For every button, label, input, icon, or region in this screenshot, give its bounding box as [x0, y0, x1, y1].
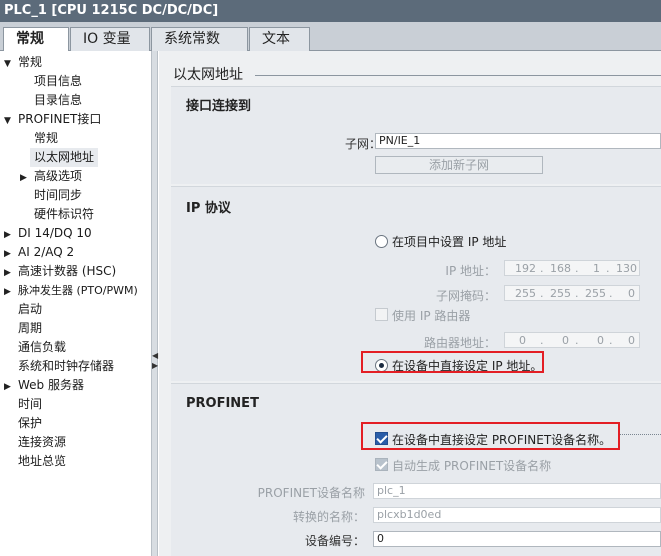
sidebar-item-protection[interactable]: 保护 — [18, 414, 42, 433]
router-octet: 0 — [597, 334, 604, 347]
window-title: PLC_1 [CPU 1215C DC/DC/DC] — [0, 0, 661, 22]
page-title: 以太网地址 — [173, 67, 243, 83]
mask-octet: 255 — [550, 287, 571, 300]
ip-octet: 1 — [593, 262, 600, 275]
router-address-field[interactable]: 0 . 0 . 0 . 0 — [504, 332, 640, 348]
sidebar-item-hsc[interactable]: ▶ 高速计数器 (HSC) — [4, 262, 116, 281]
ip-address-field[interactable]: 192 . 168 . 1 . 130 — [504, 260, 640, 276]
profinet-section: PROFINET 在设备中直接设定 PROFINET设备名称。 自动生成 PRO… — [171, 383, 661, 556]
profinet-section-title: PROFINET — [186, 396, 259, 411]
sidebar-item-profinet-interface[interactable]: ▼ PROFINET接口 — [4, 110, 101, 129]
sidebar-item-label: 常规 — [18, 55, 43, 69]
converted-name-label: 转换的名称： — [292, 510, 365, 524]
router-octet: 0 — [562, 334, 569, 347]
sidebar-item-comm-load[interactable]: 通信负载 — [18, 338, 66, 357]
ip-octet: 130 — [616, 262, 637, 275]
sidebar-item-label: DI 14/DQ 10 — [18, 226, 92, 240]
octet-separator: . — [540, 262, 544, 275]
router-octet: 0 — [519, 334, 526, 347]
octet-separator: . — [540, 334, 544, 347]
device-name-field[interactable]: plc_1 — [373, 483, 661, 499]
highlight-box — [361, 351, 544, 373]
interface-section: 接口连接到 子网： PN/IE_1 添加新子网 — [171, 86, 661, 184]
set-ip-in-project-radio[interactable] — [375, 235, 388, 248]
collapsed-arrow-icon[interactable]: ▶ — [20, 169, 34, 188]
sidebar-item-address-overview[interactable]: 地址总览 — [18, 452, 66, 471]
ip-address-label: IP 地址： — [445, 264, 496, 278]
heading-divider — [255, 75, 661, 76]
mask-octet: 255 — [515, 287, 536, 300]
octet-separator: . — [606, 262, 610, 275]
sidebar-item-label: PROFINET接口 — [18, 112, 102, 126]
sidebar-item-connection-resources[interactable]: 连接资源 — [18, 433, 66, 452]
sidebar-item-label: 脉冲发生器 (PTO/PWM) — [18, 284, 138, 297]
device-number-label: 设备编号： — [304, 534, 365, 548]
subnet-mask-field[interactable]: 255 . 255 . 255 . 0 — [504, 285, 640, 301]
use-router-checkbox[interactable] — [375, 308, 388, 321]
router-octet: 0 — [628, 334, 635, 347]
sidebar-item-hardware-id[interactable]: 硬件标识符 — [34, 205, 94, 224]
collapsed-arrow-icon[interactable]: ▶ — [4, 283, 18, 302]
device-number-field[interactable]: 0 — [373, 531, 661, 547]
set-ip-in-project-label: 在项目中设置 IP 地址 — [392, 235, 507, 249]
properties-content: 以太网地址 接口连接到 子网： PN/IE_1 添加新子网 IP 协议 在项目中… — [159, 51, 661, 556]
tab-system-constants[interactable]: 系统常数 — [151, 27, 248, 51]
tab-bar: 常规 IO 变量 系统常数 文本 — [0, 22, 661, 52]
octet-separator: . — [609, 287, 613, 300]
ip-protocol-section: IP 协议 在项目中设置 IP 地址 IP 地址： 192 . 168 . 1 … — [171, 186, 661, 381]
ip-octet: 192 — [515, 262, 536, 275]
converted-name-field[interactable]: plcxb1d0ed — [373, 507, 661, 523]
ip-section-title: IP 协议 — [186, 201, 231, 216]
sidebar-item-pulse-generator[interactable]: ▶ 脉冲发生器 (PTO/PWM) — [4, 281, 138, 300]
router-address-label: 路由器地址： — [423, 336, 496, 350]
subnet-mask-label: 子网掩码： — [435, 289, 496, 303]
collapsed-arrow-icon[interactable]: ▶ — [4, 378, 18, 397]
sidebar-item-di-dq[interactable]: ▶ DI 14/DQ 10 — [4, 224, 92, 243]
highlight-box — [361, 422, 620, 450]
device-name-label: PROFINET设备名称 — [257, 486, 365, 500]
tab-general[interactable]: 常规 — [3, 27, 69, 52]
auto-generate-name-label: 自动生成 PROFINET设备名称 — [392, 459, 552, 473]
sidebar-nav: ▼ 常规 项目信息 目录信息 ▼ PROFINET接口 常规 以太网地址 ▶ 高级选项… — [0, 51, 152, 556]
octet-separator: . — [575, 262, 579, 275]
auto-generate-name-checkbox[interactable] — [375, 458, 388, 471]
sidebar-item-profinet-general[interactable]: 常规 — [34, 129, 58, 148]
sidebar-item-ethernet-address[interactable]: 以太网地址 — [30, 148, 99, 167]
tab-io-tags[interactable]: IO 变量 — [70, 27, 150, 51]
pane-splitter[interactable]: ◀ ▶ — [152, 51, 158, 556]
sidebar-item-startup[interactable]: 启动 — [18, 300, 42, 319]
sidebar-item-web-server[interactable]: ▶ Web 服务器 — [4, 376, 84, 395]
octet-separator: . — [575, 334, 579, 347]
add-subnet-button[interactable]: 添加新子网 — [375, 156, 543, 174]
sidebar-item-project-info[interactable]: 项目信息 — [34, 72, 82, 91]
mask-octet: 255 — [585, 287, 606, 300]
sidebar-item-general[interactable]: ▼ 常规 — [4, 53, 42, 72]
expanded-arrow-icon[interactable]: ▼ — [4, 112, 18, 131]
sidebar-item-catalog-info[interactable]: 目录信息 — [34, 91, 82, 110]
focus-indicator — [620, 434, 661, 435]
sidebar-item-system-clock-memory[interactable]: 系统和时钟存储器 — [18, 357, 114, 376]
sidebar-item-cycle[interactable]: 周期 — [18, 319, 42, 338]
ip-octet: 168 — [550, 262, 571, 275]
octet-separator: . — [575, 287, 579, 300]
sidebar-item-label: 高级选项 — [34, 169, 83, 183]
tab-texts[interactable]: 文本 — [249, 27, 310, 51]
sidebar-item-advanced-options[interactable]: ▶ 高级选项 — [20, 167, 82, 186]
sidebar-item-time-sync[interactable]: 时间同步 — [34, 186, 82, 205]
expanded-arrow-icon[interactable]: ▼ — [4, 55, 18, 74]
sidebar-item-ai-aq[interactable]: ▶ AI 2/AQ 2 — [4, 243, 74, 262]
splitter-arrows-icon[interactable]: ◀ ▶ — [152, 351, 158, 371]
sidebar-item-time[interactable]: 时间 — [18, 395, 42, 414]
sidebar-item-label: Web 服务器 — [18, 378, 84, 392]
octet-separator: . — [609, 334, 613, 347]
use-router-label: 使用 IP 路由器 — [392, 309, 471, 323]
mask-octet: 0 — [628, 287, 635, 300]
subnet-field[interactable]: PN/IE_1 — [375, 133, 661, 149]
sidebar-item-label: 高速计数器 (HSC) — [18, 264, 117, 278]
sidebar-item-label: AI 2/AQ 2 — [18, 245, 75, 259]
interface-section-title: 接口连接到 — [186, 99, 252, 114]
octet-separator: . — [540, 287, 544, 300]
